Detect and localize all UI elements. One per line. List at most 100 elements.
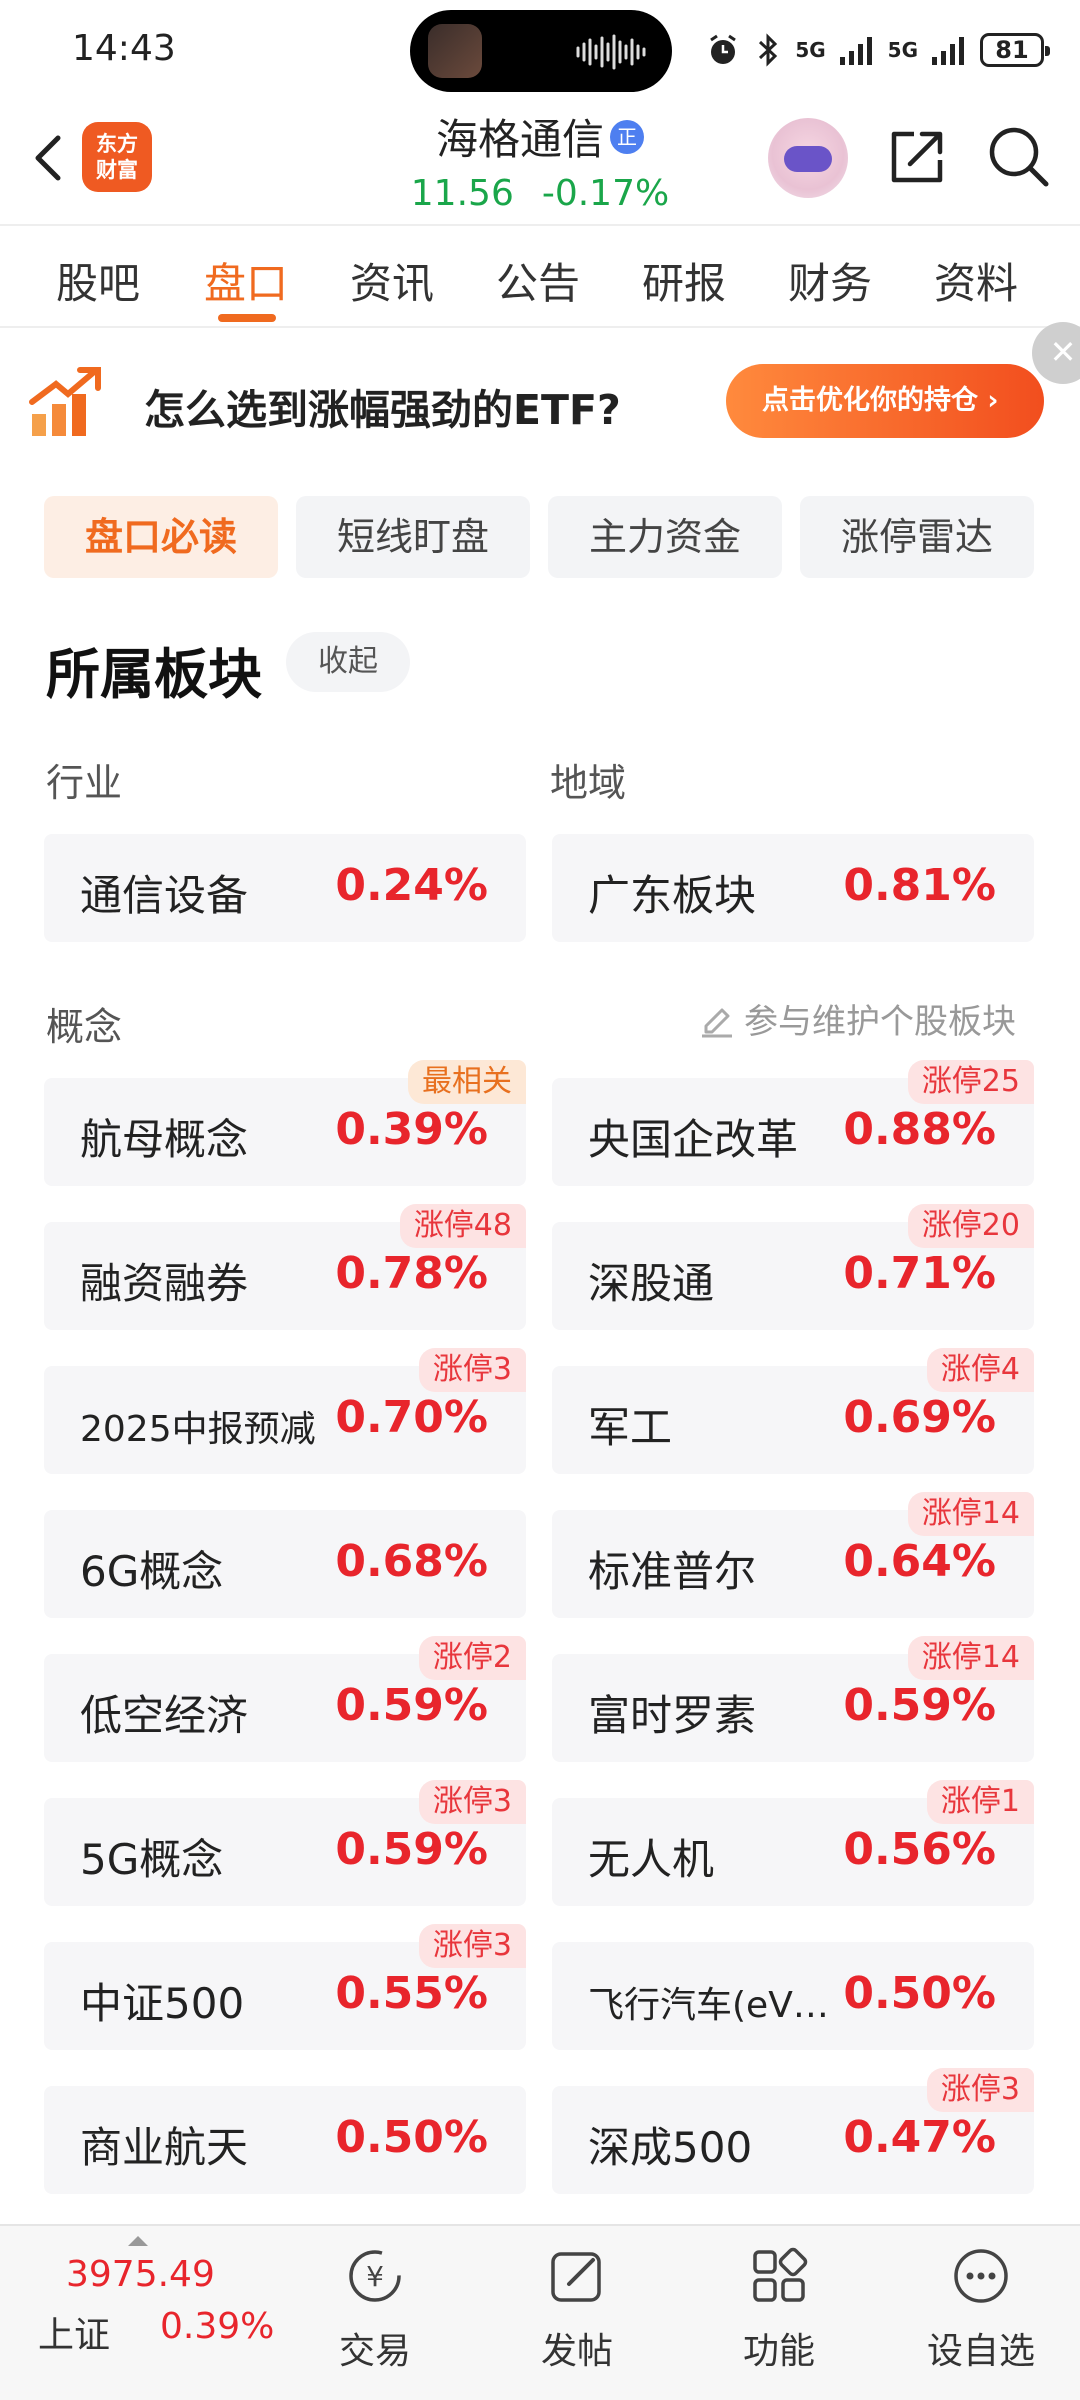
- compose-icon: [551, 2252, 601, 2302]
- subtab-limit-up-radar[interactable]: 涨停雷达: [800, 496, 1034, 578]
- board-change: 0.88%: [843, 1104, 996, 1155]
- nav-post[interactable]: 发帖: [512, 2244, 642, 2374]
- concept-card[interactable]: 商业航天 0.50%: [44, 2086, 526, 2194]
- price-row: 11.56 -0.17%: [340, 173, 740, 214]
- status-bar: 14:43 5G 5G 81: [0, 0, 1080, 100]
- concept-card[interactable]: 涨停3 2025中报预减 0.70%: [44, 1348, 526, 1474]
- concept-card[interactable]: 涨停48 融资融券 0.78%: [44, 1204, 526, 1330]
- tab-research[interactable]: 研报: [642, 250, 726, 311]
- board-change: 0.47%: [843, 2112, 996, 2163]
- board-change: 0.70%: [335, 1392, 488, 1443]
- back-icon[interactable]: [20, 128, 80, 188]
- board-change: 0.71%: [843, 1248, 996, 1299]
- board-name: 央国企改革: [588, 1115, 799, 1164]
- limit-up-badge: 涨停14: [907, 1492, 1034, 1536]
- board-name: 富时罗素: [588, 1691, 757, 1740]
- nav-label: 功能: [742, 2331, 815, 2372]
- limit-up-badge: 涨停3: [418, 1348, 526, 1392]
- trade-icon: ¥: [349, 2250, 401, 2302]
- board-name: 低空经济: [80, 1691, 249, 1740]
- share-icon[interactable]: [884, 124, 950, 190]
- collapse-button[interactable]: 收起: [286, 632, 410, 692]
- concept-card[interactable]: 涨停3 中证500 0.55%: [44, 1924, 526, 2050]
- signal-strength-icon: [839, 37, 872, 65]
- board-change: 0.59%: [335, 1680, 488, 1731]
- board-change: 0.64%: [843, 1536, 996, 1587]
- optimize-holdings-button[interactable]: 点击优化你的持仓 ›: [726, 364, 1044, 438]
- subtab-short-term[interactable]: 短线盯盘: [296, 496, 530, 578]
- region-card[interactable]: 广东板块 0.81%: [552, 834, 1034, 942]
- logo-text-1: 东方: [96, 132, 138, 156]
- maintain-boards-link[interactable]: 参与维护个股板块: [698, 994, 1016, 1043]
- board-change: 0.50%: [843, 1968, 996, 2019]
- industry-card[interactable]: 通信设备 0.24%: [44, 834, 526, 942]
- section-title: 所属板块: [46, 643, 262, 706]
- board-name: 融资融券: [80, 1259, 249, 1308]
- limit-up-badge: 涨停2: [418, 1636, 526, 1680]
- battery-indicator: 81: [980, 33, 1050, 67]
- board-name: 2025中报预减: [80, 1409, 316, 1450]
- ai-assistant-icon[interactable]: [768, 118, 848, 198]
- index-name: 上证: [38, 2315, 111, 2356]
- board-change: 0.39%: [335, 1104, 488, 1155]
- board-change: 0.81%: [843, 860, 996, 911]
- board-name: 深成500: [588, 2123, 753, 2172]
- tab-pankou[interactable]: 盘口: [204, 250, 288, 311]
- main-tabs: 股吧 盘口 资讯 公告 研报 财务 资料: [0, 224, 1080, 328]
- board-name: 商业航天: [80, 2123, 249, 2172]
- svg-text:¥: ¥: [366, 2260, 384, 2293]
- concept-card[interactable]: 飞行汽车(eVT… 0.50%: [552, 1942, 1034, 2050]
- concept-card[interactable]: 涨停4 军工 0.69%: [552, 1348, 1034, 1474]
- board-name: 中证500: [80, 1979, 245, 2028]
- index-change: 0.39%: [160, 2306, 275, 2347]
- board-change: 0.56%: [843, 1824, 996, 1875]
- board-change: 0.59%: [335, 1824, 488, 1875]
- banner-text: 怎么选到涨幅强劲的ETF?: [144, 386, 621, 434]
- tab-guba[interactable]: 股吧: [56, 250, 140, 311]
- concept-card[interactable]: 涨停3 5G概念 0.59%: [44, 1780, 526, 1906]
- tab-profile[interactable]: 资料: [934, 250, 1018, 311]
- board-name: 无人机: [588, 1835, 715, 1884]
- tab-announcements[interactable]: 公告: [496, 250, 580, 311]
- board-change: 0.69%: [843, 1392, 996, 1443]
- subtab-must-read[interactable]: 盘口必读: [44, 496, 278, 578]
- dynamic-island[interactable]: [410, 10, 672, 92]
- concept-card[interactable]: 6G概念 0.68%: [44, 1510, 526, 1618]
- signal-label-2: 5G: [887, 38, 918, 62]
- board-name: 5G概念: [80, 1835, 224, 1884]
- concept-card[interactable]: 最相关 航母概念 0.39%: [44, 1060, 526, 1186]
- tab-news[interactable]: 资讯: [350, 250, 434, 311]
- signal-label-1: 5G: [795, 38, 826, 62]
- concept-card[interactable]: 涨停20 深股通 0.71%: [552, 1204, 1034, 1330]
- concept-card[interactable]: 涨停3 深成500 0.47%: [552, 2068, 1034, 2194]
- stock-price: 11.56: [410, 173, 514, 214]
- nav-add-watchlist[interactable]: 设自选: [916, 2244, 1046, 2374]
- nav-trade[interactable]: ¥ 交易: [310, 2244, 440, 2374]
- limit-up-badge: 涨停1: [926, 1780, 1034, 1824]
- limit-up-badge: 涨停20: [907, 1204, 1034, 1248]
- subtab-main-funds[interactable]: 主力资金: [548, 496, 782, 578]
- caret-up-icon: [128, 2236, 148, 2246]
- board-change: 0.59%: [843, 1680, 996, 1731]
- concept-card[interactable]: 涨停2 低空经济 0.59%: [44, 1636, 526, 1762]
- stock-badge-icon: 正: [610, 119, 644, 154]
- logo-text-2: 财富: [96, 158, 138, 182]
- status-time: 14:43: [72, 28, 176, 69]
- concept-card[interactable]: 涨停1 无人机 0.56%: [552, 1780, 1034, 1906]
- stock-change: -0.17%: [541, 173, 670, 214]
- etf-banner[interactable]: 怎么选到涨幅强劲的ETF? 点击优化你的持仓 ›: [0, 330, 1080, 472]
- search-icon[interactable]: [984, 122, 1052, 190]
- alarm-icon: [710, 34, 737, 64]
- board-name: 广东板块: [588, 871, 757, 920]
- board-name: 标准普尔: [588, 1547, 757, 1596]
- concept-card[interactable]: 涨停14 标准普尔 0.64%: [552, 1492, 1034, 1618]
- more-icon: [954, 2249, 1008, 2303]
- index-value: 3975.49: [66, 2254, 215, 2295]
- concept-card[interactable]: 涨停14 富时罗素 0.59%: [552, 1636, 1034, 1762]
- board-name: 通信设备: [80, 871, 249, 920]
- app-logo[interactable]: 东方 财富: [82, 122, 152, 192]
- concept-card[interactable]: 涨停25 央国企改革 0.88%: [552, 1060, 1034, 1186]
- tab-finance[interactable]: 财务: [788, 250, 872, 311]
- signal-strength-icon: [932, 37, 964, 65]
- nav-functions[interactable]: 功能: [714, 2244, 844, 2374]
